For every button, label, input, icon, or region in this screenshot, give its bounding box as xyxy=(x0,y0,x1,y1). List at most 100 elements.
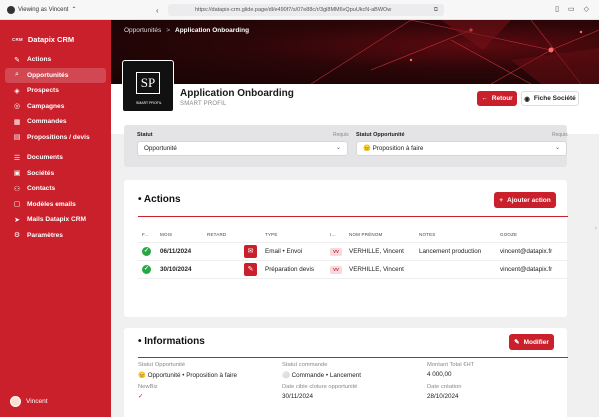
url-text: https://datapix-crm.glide.page/dl/e490f7… xyxy=(195,7,392,13)
sidebar: CRM Datapix CRM ✎ Actions ⌕ Opportunités ◈… xyxy=(0,20,111,417)
sidebar-item-mails[interactable]: ➤ Mails Datapix CRM xyxy=(5,212,106,228)
back-arrow-icon[interactable]: ‹ xyxy=(156,6,159,15)
company-logo-mark: SP xyxy=(136,72,160,94)
sidebar-item-propositions[interactable]: ▤ Propositions / devis xyxy=(5,130,106,146)
column-header[interactable]: MOIS xyxy=(160,232,172,237)
sidebar-item-label: Propositions / devis xyxy=(27,133,90,141)
field-label: Montant Total €HT xyxy=(427,362,475,368)
sidebar-item-label: Paramètres xyxy=(27,231,63,239)
back-button-label: Retour xyxy=(491,95,513,102)
informations-card: • Informations ✎ Modifier Statut Opportun… xyxy=(124,328,568,417)
chat-icon[interactable]: ▭ xyxy=(568,5,575,13)
brand[interactable]: CRM Datapix CRM xyxy=(0,26,111,52)
actions-card: • Actions + Ajouter action F... MOIS RETA… xyxy=(124,180,568,317)
field-value: 4 000,00 xyxy=(427,371,452,378)
target-icon: ◈ xyxy=(14,87,20,95)
sidebar-item-commandes[interactable]: ▦ Commandes xyxy=(5,114,106,130)
status-filters: Statut Requis Opportunité ⌄ Statut Opport… xyxy=(124,125,568,167)
column-header[interactable]: GOOZE xyxy=(500,232,517,237)
row-mois[interactable]: 30/10/2024 xyxy=(160,266,192,273)
breadcrumb-parent[interactable]: Opportunités xyxy=(124,27,161,34)
pencil-icon: ✎ xyxy=(514,339,520,346)
search-doc-icon: ⌕ xyxy=(15,71,19,79)
send-icon: ➤ xyxy=(14,216,20,224)
statut-opportunite-value: 😐 Proposition à faire xyxy=(363,145,424,152)
sidebar-item-label: Actions xyxy=(27,56,52,64)
sidebar-item-label: Mails Datapix CRM xyxy=(27,216,86,224)
sidebar-item-prospects[interactable]: ◈ Prospects xyxy=(5,83,106,99)
row-nom[interactable]: VERHILLE, Vincent xyxy=(349,248,404,255)
hero-banner: Opportunités > Application Onboarding xyxy=(111,20,599,84)
column-header[interactable]: F... xyxy=(142,232,149,237)
column-header[interactable]: NOTES xyxy=(419,232,436,237)
scroll-right-icon[interactable]: › xyxy=(595,225,597,232)
statut-opportunite-select[interactable]: 😐 Proposition à faire ⌄ xyxy=(356,141,567,156)
email-icon: ✉ xyxy=(244,245,257,258)
initials-badge: VV xyxy=(330,248,342,256)
edit-button[interactable]: ✎ Modifier xyxy=(509,334,554,350)
back-button[interactable]: ← Retour xyxy=(477,91,517,106)
sidebar-item-label: Sociétés xyxy=(27,169,55,177)
viewing-as-label: Viewing as Vincent xyxy=(18,6,69,13)
brand-logo: CRM xyxy=(12,36,23,42)
checkmark-icon: ✓ xyxy=(138,393,144,400)
row-nom[interactable]: VERHILLE, Vincent xyxy=(349,266,404,273)
sidebar-item-campagnes[interactable]: ◎ Campagnes xyxy=(5,99,106,115)
sidebar-item-societes[interactable]: ▣ Sociétés xyxy=(5,166,106,182)
bell-icon[interactable]: ◇ xyxy=(584,5,589,13)
mobile-preview-icon[interactable]: ▯ xyxy=(555,5,559,13)
check-circle-icon: ✓ xyxy=(142,265,151,274)
company-sheet-label: Fiche Société xyxy=(533,95,576,102)
sidebar-item-parametres[interactable]: ⚙ Paramètres xyxy=(5,228,106,244)
edit-icon: ✎ xyxy=(14,56,20,64)
field-value: ⚪ Commande • Lancement xyxy=(282,372,361,379)
sidebar-item-contacts[interactable]: ⚇ Contacts xyxy=(5,181,106,197)
campaign-icon: ◎ xyxy=(13,103,21,111)
column-header[interactable]: TYPE xyxy=(265,232,278,237)
user-profile[interactable]: Vincent xyxy=(10,396,48,407)
add-action-label: Ajouter action xyxy=(507,196,551,204)
field-label: NewBiz xyxy=(138,384,158,390)
sidebar-item-opportunites[interactable]: ⌕ Opportunités xyxy=(5,67,106,83)
user-name: Vincent xyxy=(26,398,48,405)
row-email[interactable]: vincent@datapix.fr xyxy=(500,248,552,255)
sidebar-item-actions[interactable]: ✎ Actions xyxy=(5,52,106,68)
check-circle-icon: ✓ xyxy=(142,247,151,256)
actions-title: • Actions xyxy=(138,194,181,205)
add-action-button[interactable]: + Ajouter action xyxy=(494,192,556,208)
statut-opportunite-label: Statut Opportunité xyxy=(356,132,405,138)
field-label: Date création xyxy=(427,384,462,390)
arrow-left-icon: ← xyxy=(481,95,488,102)
column-header[interactable]: RETARD xyxy=(207,232,226,237)
field-label: Statut Opportunité xyxy=(138,362,186,368)
chevron-updown-icon: ⌃ xyxy=(71,7,77,13)
row-email[interactable]: vincent@datapix.fr xyxy=(500,266,552,273)
viewing-as-selector[interactable]: Viewing as Vincent ⌃ xyxy=(7,5,77,14)
statut-select[interactable]: Opportunité ⌄ xyxy=(137,141,348,156)
sidebar-item-documents[interactable]: ☰ Documents xyxy=(5,150,106,166)
column-header[interactable]: I... xyxy=(330,232,336,237)
users-icon: ⚇ xyxy=(13,185,21,193)
user-avatar-icon xyxy=(7,5,15,14)
sidebar-item-label: Documents xyxy=(27,154,63,162)
open-external-icon[interactable]: ⧉ xyxy=(434,4,438,16)
sidebar-item-label: Campagnes xyxy=(27,102,65,110)
address-bar[interactable]: https://datapix-crm.glide.page/dl/e490f7… xyxy=(168,4,444,16)
sidebar-item-modeles-emails[interactable]: ▢ Modèles emails xyxy=(5,197,106,213)
row-mois[interactable]: 06/11/2024 xyxy=(160,248,191,255)
eye-icon: ◉ xyxy=(524,95,530,103)
page-title: Application Onboarding xyxy=(180,88,294,99)
row-type[interactable]: Email • Envoi xyxy=(265,248,302,255)
chevron-down-icon: ⌄ xyxy=(335,145,341,151)
company-sheet-button[interactable]: ◉ Fiche Société xyxy=(521,91,579,106)
breadcrumb-separator: > xyxy=(166,27,171,34)
row-type[interactable]: Préparation devis xyxy=(265,266,314,273)
list-icon: ☰ xyxy=(13,154,21,162)
statut-value: Opportunité xyxy=(144,145,177,152)
row-notes[interactable]: Lancement production xyxy=(419,248,481,255)
page-subtitle: SMART PROFIL xyxy=(180,101,227,107)
statut-opportunite-required: Requis xyxy=(552,132,568,138)
column-header[interactable]: NOM PRÉNOM xyxy=(349,232,383,237)
breadcrumb: Opportunités > Application Onboarding xyxy=(124,27,249,34)
company-logo-caption: SMART PROFIL xyxy=(136,101,162,105)
